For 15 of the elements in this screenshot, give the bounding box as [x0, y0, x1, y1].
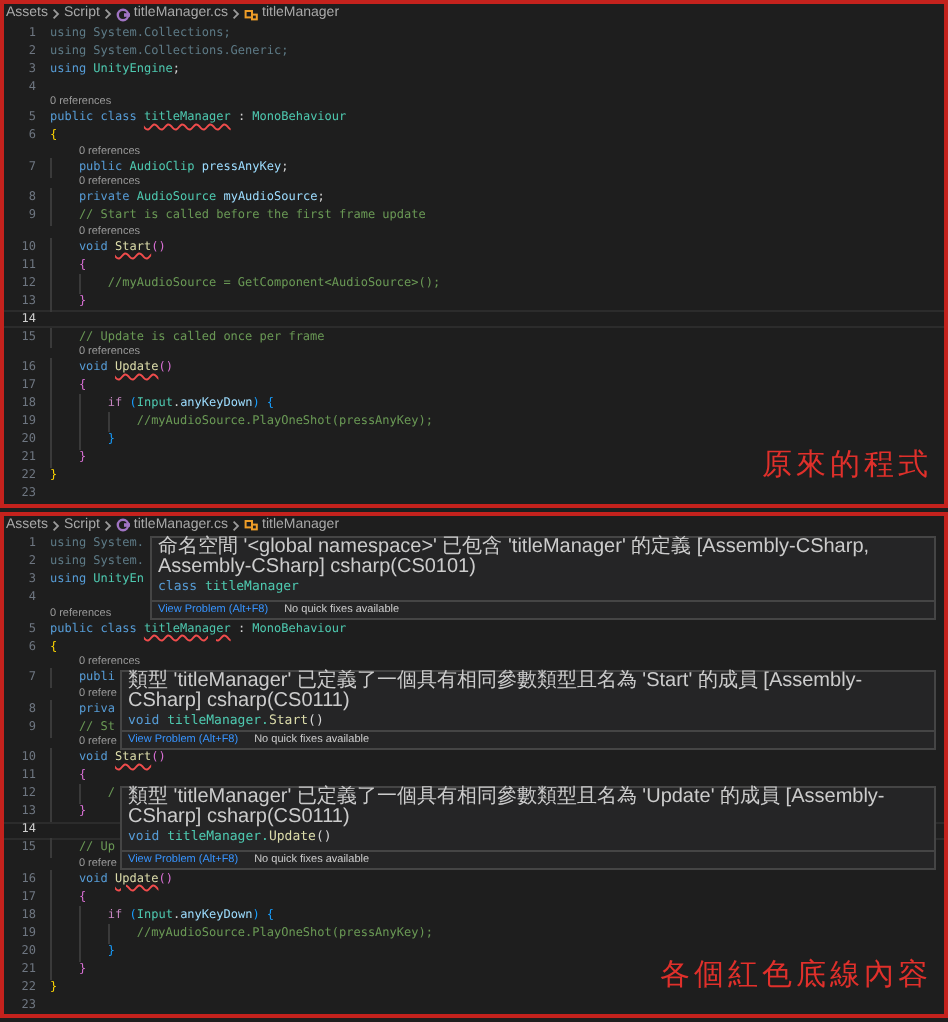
chevron-icon	[52, 519, 61, 531]
annotation-label: 原來的程式	[762, 445, 932, 483]
chevron-icon	[103, 8, 112, 20]
hover-message: 命名空間 '<global namespace>' 已包含 'titleManager' 的定義 [Assembly-CSharp, Assembly-CSharp] csharp(CS0101)	[158, 537, 872, 577]
chevron-icon	[52, 8, 61, 20]
hover-message: 類型 'titleManager' 已定義了一個具有相同參數類型且名為 'Start' 的成員 [Assembly-CSharp] csharp(CS0111)	[128, 671, 865, 711]
symbol-icon	[244, 518, 259, 532]
chevron-icon	[232, 8, 241, 20]
chevron-icon	[103, 519, 112, 531]
file-type-icon	[115, 7, 130, 21]
chevron-icon	[232, 519, 241, 531]
hover-message: 類型 'titleManager' 已定義了一個具有相同參數類型且名為 'Update' 的成員 [Assembly-CSharp] csharp(CS0111)	[128, 787, 887, 827]
symbol-icon	[244, 7, 259, 21]
file-type-icon	[115, 518, 130, 532]
annotation-label: 各個紅色底線內容	[660, 956, 932, 994]
